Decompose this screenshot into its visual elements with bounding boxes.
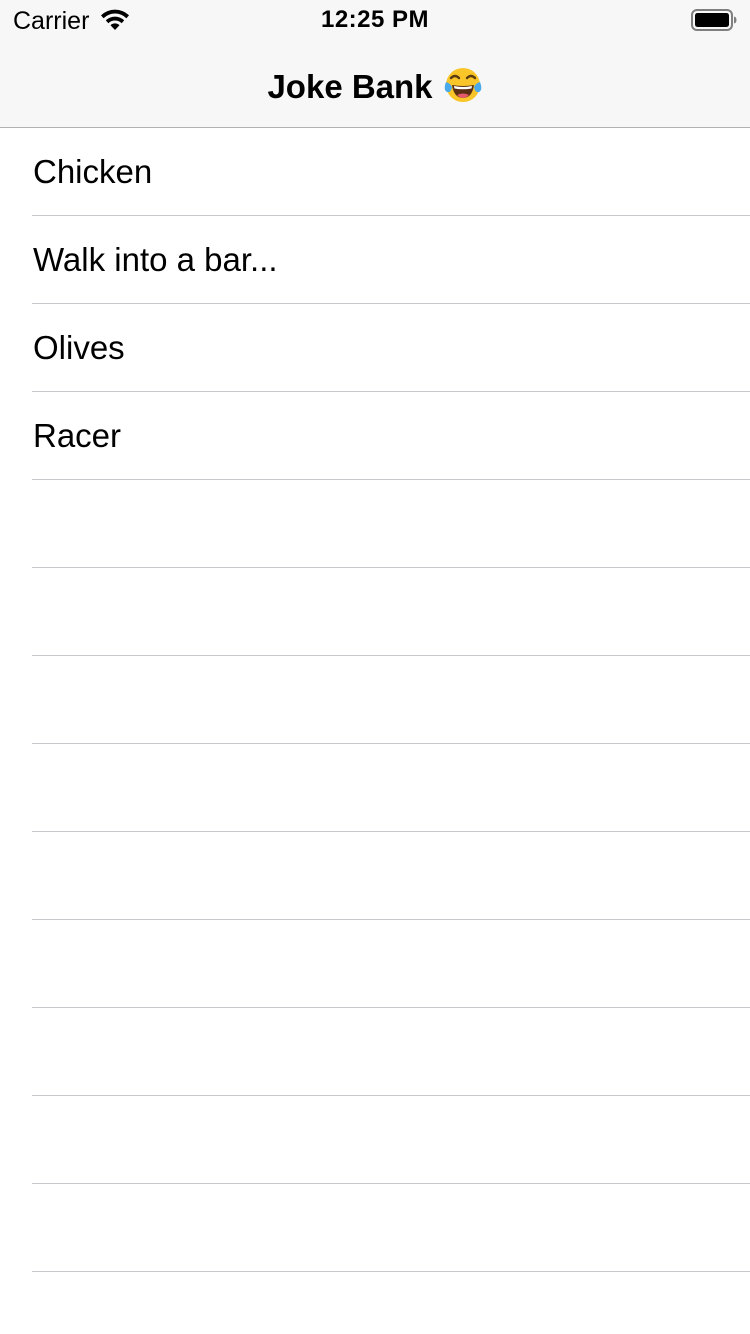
table-row[interactable]: Chicken (0, 128, 750, 216)
row-label: Olives (33, 329, 125, 366)
row-label: Walk into a bar... (33, 241, 278, 278)
empty-table-row (0, 1184, 750, 1272)
nav-title-text: Joke Bank (267, 68, 433, 105)
table-row[interactable]: Racer (0, 392, 750, 480)
battery-full-icon (691, 9, 737, 31)
table-row[interactable]: Olives (0, 304, 750, 392)
table-row[interactable]: Walk into a bar... (0, 216, 750, 304)
status-bar: Carrier 12:25 PM (0, 0, 750, 40)
jokes-table: Chicken Walk into a bar... Olives Racer (0, 128, 750, 1334)
empty-table-row (0, 744, 750, 832)
row-label: Chicken (33, 153, 153, 190)
top-bars: Carrier 12:25 PM Joke Bank (0, 0, 750, 128)
status-time: 12:25 PM (320, 6, 430, 33)
empty-table-row (0, 568, 750, 656)
empty-table-row (0, 1008, 750, 1096)
navigation-bar: Joke Bank (0, 40, 750, 128)
empty-table-row (0, 832, 750, 920)
face-with-tears-of-joy-icon (444, 68, 481, 102)
screen: Carrier 12:25 PM Joke Bank Chicken Walk … (0, 0, 750, 1334)
empty-table-row (0, 1272, 750, 1334)
empty-table-row (0, 480, 750, 568)
empty-table-row (0, 656, 750, 744)
empty-table-row (0, 1096, 750, 1184)
row-label: Racer (33, 417, 122, 454)
empty-table-row (0, 920, 750, 1008)
nav-title: Joke Bank (0, 64, 750, 107)
